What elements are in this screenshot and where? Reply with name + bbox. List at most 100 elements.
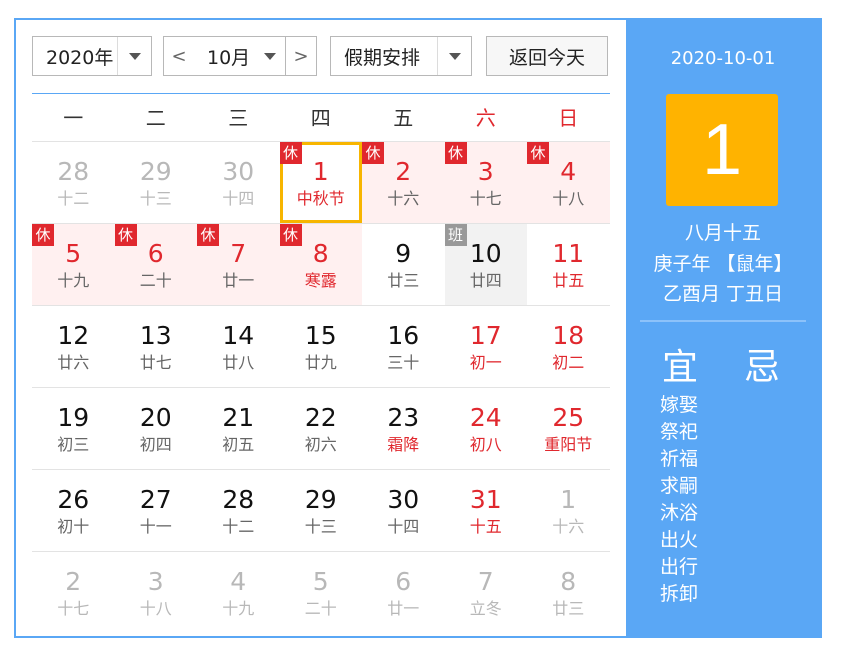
lunar-label: 廿一	[222, 271, 255, 290]
weekday-label: 三	[228, 106, 249, 130]
date-number: 2	[65, 567, 82, 596]
lunar-label: 十八	[552, 189, 585, 208]
date-cell[interactable]: 30 十四	[362, 470, 445, 551]
week-row: 19 初三 20 初四 21 初五 22 初六 23 霜降 24 初八 25 重阳节	[32, 388, 610, 470]
date-cell[interactable]: 休 3 十七	[444, 142, 527, 223]
date-cell[interactable]: 2 十七	[32, 552, 115, 633]
date-cell[interactable]: 21 初五	[197, 388, 280, 469]
date-cell[interactable]: 29 十三	[280, 470, 363, 551]
rest-badge: 休	[114, 224, 137, 246]
calendar-main: 2020年 < 10月 > 假期安排 返回今天 一 二 三 四 五 六 日 28…	[16, 20, 626, 636]
lunar-label: 十二	[222, 517, 255, 536]
date-cell[interactable]: 休 1 中秋节	[279, 142, 362, 223]
year-dropdown-button[interactable]	[117, 37, 151, 75]
date-cell[interactable]: 休 4 十八	[527, 142, 610, 223]
lunar-label: 廿八	[222, 353, 255, 372]
yi-item: 祈福	[660, 448, 699, 470]
date-number: 20	[139, 403, 172, 432]
chevron-left-icon: <	[171, 45, 187, 67]
date-cell[interactable]: 1 十六	[527, 470, 610, 551]
date-cell[interactable]: 休 6 二十	[114, 224, 197, 305]
lunar-label: 立冬	[469, 599, 502, 618]
weekday-label: 日	[558, 106, 579, 130]
next-month-button[interactable]: >	[285, 36, 317, 76]
date-cell[interactable]: 20 初四	[115, 388, 198, 469]
date-cell[interactable]: 8 廿三	[527, 552, 610, 633]
date-cell[interactable]: 19 初三	[32, 388, 115, 469]
date-cell[interactable]: 3 十八	[115, 552, 198, 633]
date-cell[interactable]: 28 十二	[197, 470, 280, 551]
lunar-label: 十二	[57, 189, 90, 208]
yi-item: 拆卸	[660, 583, 699, 605]
date-cell[interactable]: 22 初六	[280, 388, 363, 469]
date-cell[interactable]: 23 霜降	[362, 388, 445, 469]
date-number: 16	[387, 321, 420, 350]
date-cell[interactable]: 16 三十	[362, 306, 445, 387]
date-cell[interactable]: 29 十三	[115, 142, 198, 223]
lunar-label: 初三	[57, 435, 90, 454]
yi-item: 祭祀	[660, 421, 699, 443]
rest-badge: 休	[362, 142, 384, 164]
date-cell[interactable]: 休 7 廿一	[197, 224, 280, 305]
date-cell[interactable]: 5 二十	[280, 552, 363, 633]
lunar-label: 十八	[139, 599, 172, 618]
lunar-label: 十四	[222, 189, 255, 208]
lunar-label: 十七	[469, 189, 502, 208]
lunar-label: 廿三	[387, 271, 420, 290]
yi-label: 宜	[662, 347, 699, 388]
date-cell[interactable]: 26 初十	[32, 470, 115, 551]
weekday-header: 一二三四五六日	[32, 93, 610, 142]
date-cell[interactable]: 14 廿八	[197, 306, 280, 387]
date-cell[interactable]: 休 8 寒露	[279, 224, 362, 305]
lunar-label: 十三	[304, 517, 337, 536]
week-row: 26 初十 27 十一 28 十二 29 十三 30 十四 31 十五 1 十六	[32, 470, 610, 552]
date-cell[interactable]: 24 初八	[445, 388, 528, 469]
prev-month-button[interactable]: <	[163, 36, 195, 76]
date-number: 8	[560, 567, 577, 596]
weekday-label: 六	[475, 106, 496, 130]
date-cell[interactable]: 6 廿一	[362, 552, 445, 633]
date-cell[interactable]: 9 廿三	[362, 224, 445, 305]
date-cell[interactable]: 18 初二	[527, 306, 610, 387]
date-cell[interactable]: 30 十四	[197, 142, 280, 223]
date-cell[interactable]: 4 十九	[197, 552, 280, 633]
lunar-label: 霜降	[387, 435, 420, 454]
date-number: 18	[552, 321, 585, 350]
ganzhi-month-day: 乙酉月 丁丑日	[662, 283, 784, 305]
date-number: 6	[395, 567, 412, 596]
date-cell[interactable]: 31 十五	[445, 470, 528, 551]
holiday-dropdown-button[interactable]	[437, 37, 471, 75]
date-number: 30	[387, 485, 420, 514]
date-cell[interactable]: 13 廿七	[115, 306, 198, 387]
lunar-label: 十九	[57, 271, 90, 290]
lunar-label: 二十	[304, 599, 337, 618]
date-cell[interactable]: 28 十二	[32, 142, 115, 223]
month-select[interactable]: 10月	[194, 36, 286, 76]
selected-day-number: 1	[666, 94, 778, 206]
date-cell[interactable]: 11 廿五	[527, 224, 610, 305]
toolbar: 2020年 < 10月 > 假期安排 返回今天	[32, 36, 610, 76]
date-grid: 28 十二 29 十三 30 十四休 1 中秋节休 2 十六休 3 十七休 4 十八休 5 十九休 6 二十休 7 廿…	[32, 142, 610, 634]
date-cell[interactable]: 25 重阳节	[527, 388, 610, 469]
date-number: 3	[147, 567, 164, 596]
date-cell[interactable]: 休 2 十六	[362, 142, 445, 223]
date-number: 26	[57, 485, 90, 514]
year-select[interactable]: 2020年	[32, 36, 152, 76]
date-number: 17	[469, 321, 502, 350]
date-cell[interactable]: 12 廿六	[32, 306, 115, 387]
date-number: 7	[477, 567, 494, 596]
date-cell[interactable]: 15 廿九	[280, 306, 363, 387]
yi-item: 沐浴	[660, 502, 699, 524]
rest-badge: 休	[279, 224, 302, 246]
back-to-today-button[interactable]: 返回今天	[486, 36, 608, 76]
date-cell[interactable]: 休 5 十九	[32, 224, 115, 305]
date-cell[interactable]: 17 初一	[445, 306, 528, 387]
date-cell[interactable]: 7 立冬	[445, 552, 528, 633]
holiday-select[interactable]: 假期安排	[330, 36, 472, 76]
date-cell[interactable]: 27 十一	[115, 470, 198, 551]
rest-badge: 休	[527, 142, 549, 164]
lunar-label: 初十	[57, 517, 90, 536]
lunar-label: 廿六	[57, 353, 90, 372]
lunar-label: 二十	[139, 271, 172, 290]
date-cell[interactable]: 班 10 廿四	[444, 224, 527, 305]
